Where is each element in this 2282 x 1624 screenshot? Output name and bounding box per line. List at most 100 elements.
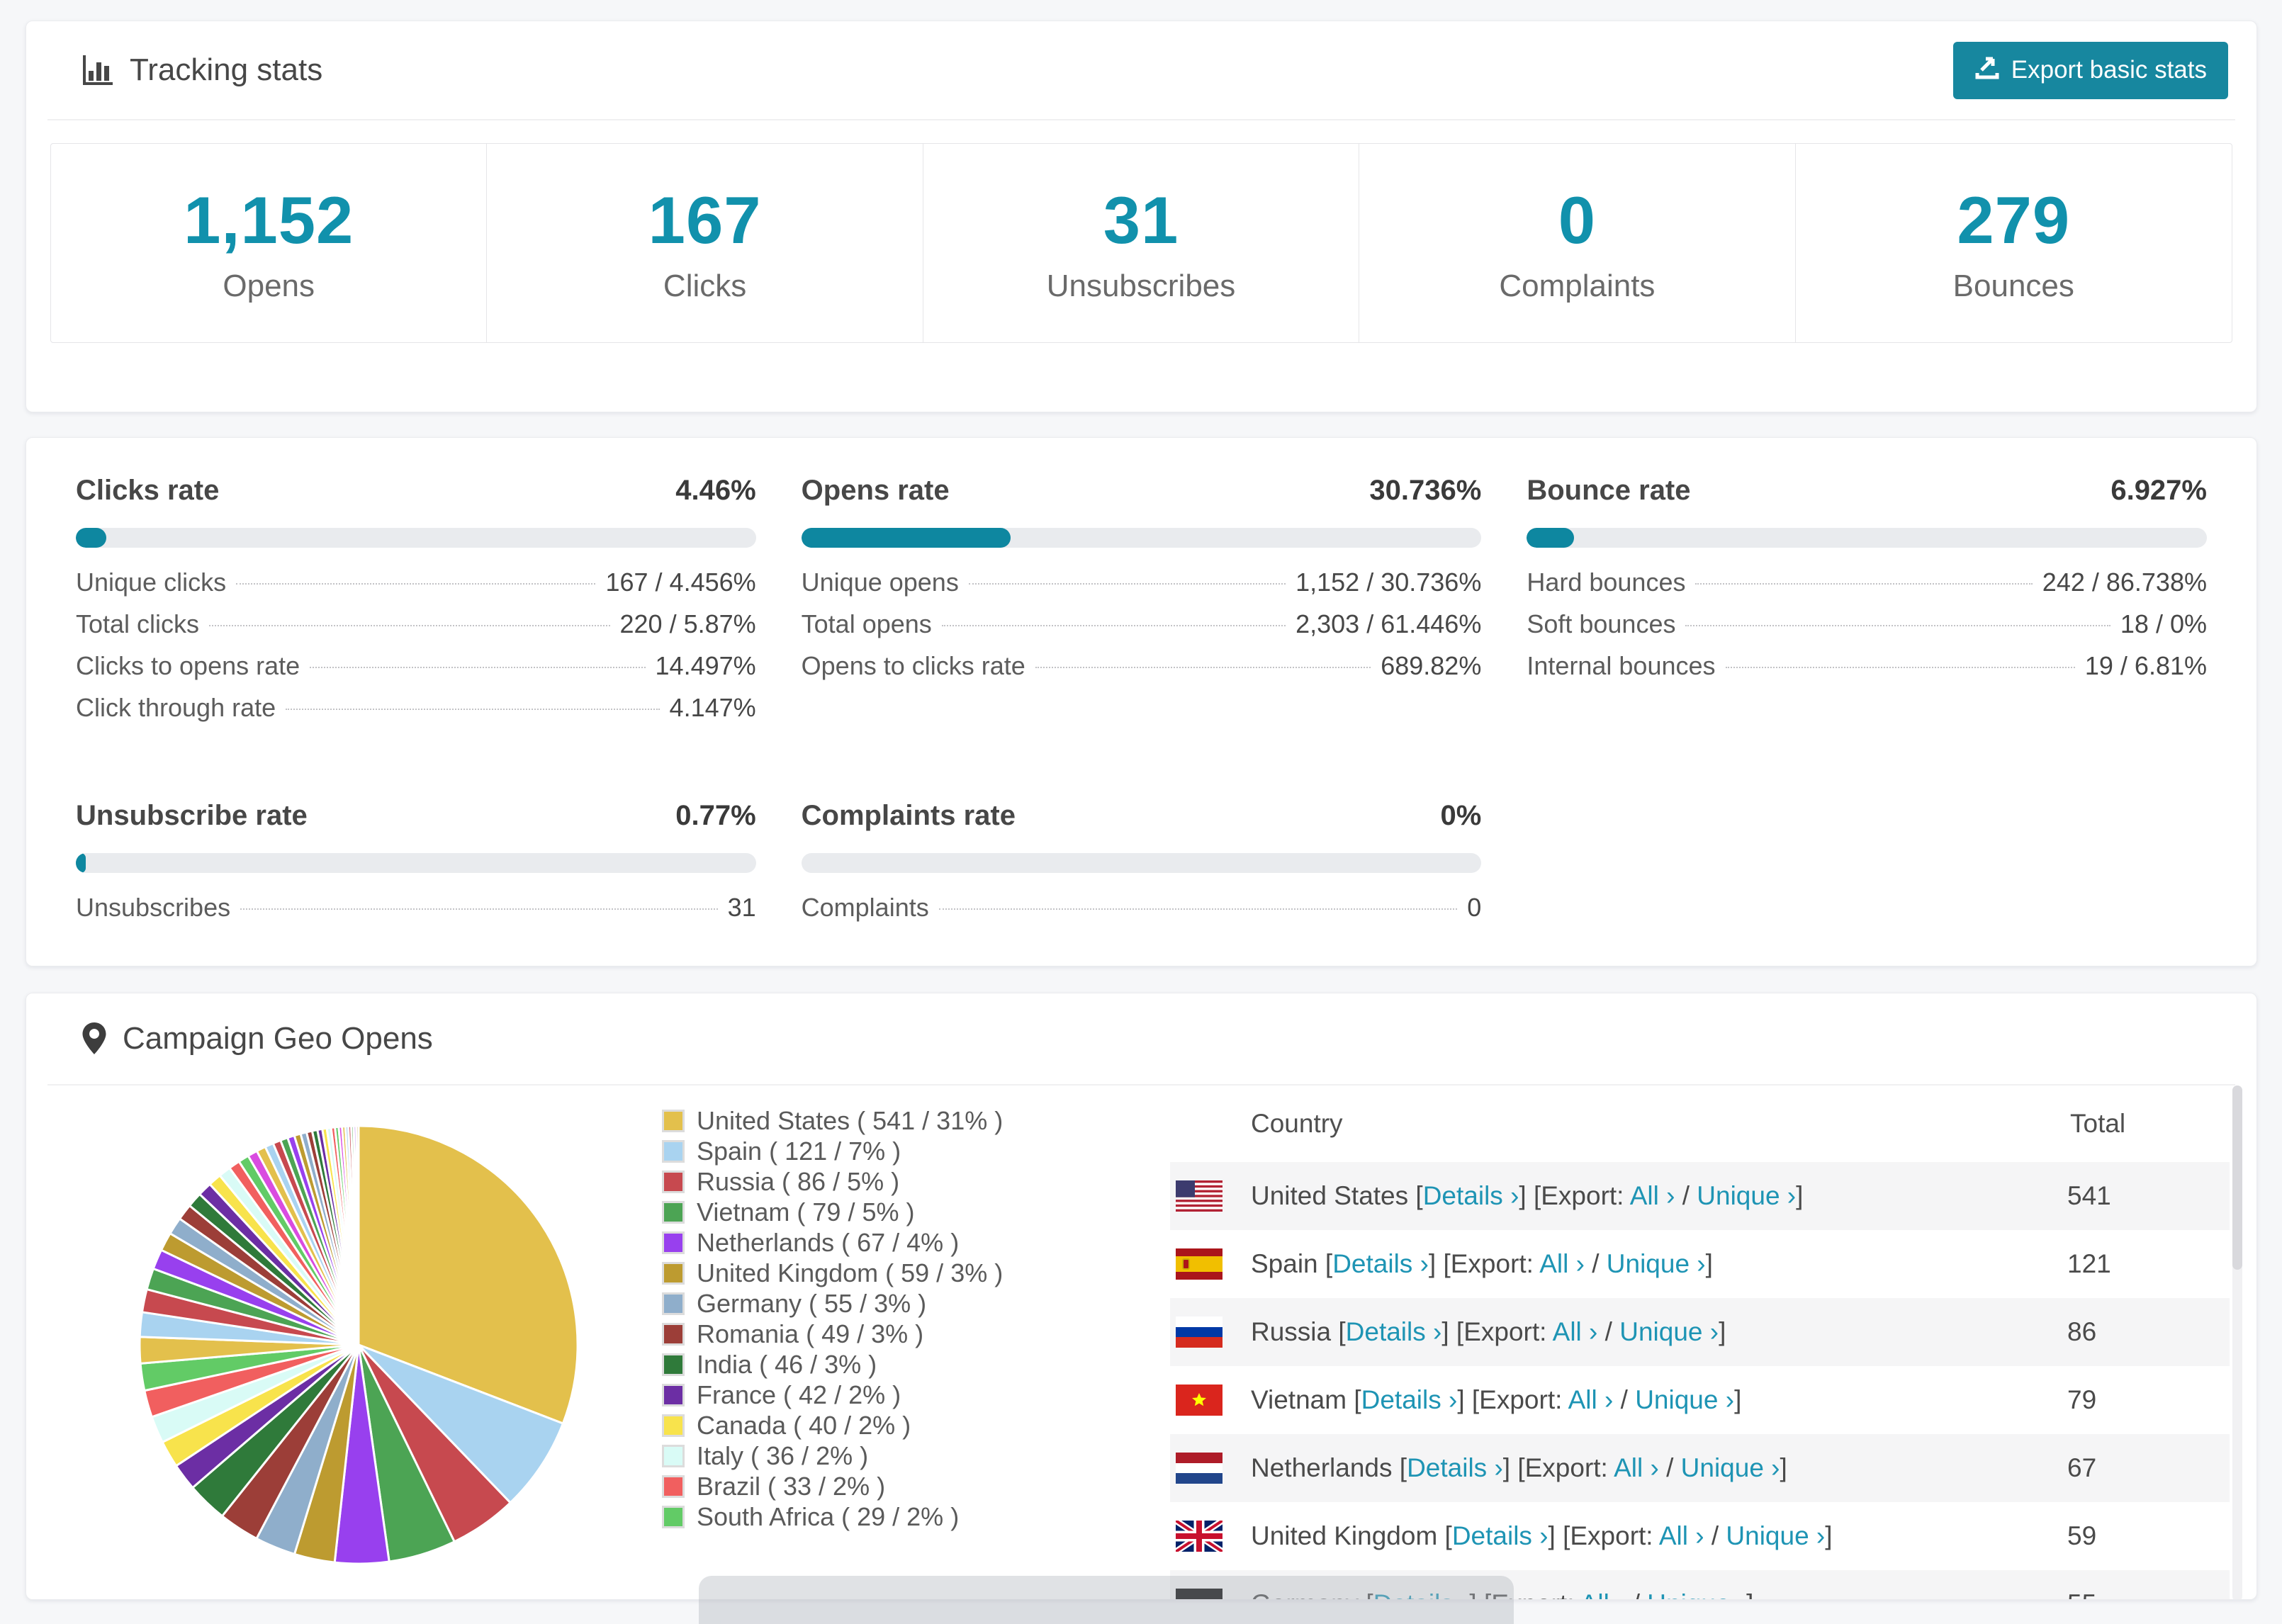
country-row: United States [Details ›] [Export: All ›… [1170, 1162, 2230, 1230]
legend-item[interactable]: Spain ( 121 / 7% ) [663, 1136, 1003, 1166]
legend-swatch [664, 1294, 682, 1313]
legend-item[interactable]: Brazil ( 33 / 2% ) [663, 1471, 1003, 1501]
geo-opens-card: Campaign Geo Opens United States ( 541 /… [26, 993, 2257, 1600]
details-link[interactable]: Details › [1332, 1249, 1429, 1278]
unsubscribe-rate-value: 0.77% [675, 800, 756, 831]
dotted-leader [968, 583, 1286, 585]
map-pin-icon [82, 1022, 107, 1056]
country-total: 55 [2067, 1589, 2096, 1599]
country-total: 59 [2067, 1521, 2097, 1550]
export-all-link[interactable]: All › [1614, 1453, 1659, 1482]
legend-item[interactable]: United States ( 541 / 31% ) [663, 1105, 1003, 1136]
legend-item[interactable]: United Kingdom ( 59 / 3% ) [663, 1258, 1003, 1288]
details-link[interactable]: Details › [1423, 1181, 1519, 1210]
table-scrollbar[interactable] [2232, 1086, 2242, 1599]
page-title-text: Tracking stats [130, 52, 323, 87]
legend-swatch [664, 1416, 682, 1435]
country-total: 121 [2067, 1249, 2111, 1278]
stat-detail-row: Unique clicks 167 / 4.456% [76, 568, 756, 597]
export-unique-link[interactable]: Unique › [1619, 1317, 1719, 1346]
dotted-leader [1725, 667, 2075, 668]
legend-swatch [664, 1202, 682, 1222]
export-unique-link[interactable]: Unique › [1726, 1521, 1825, 1550]
export-all-link[interactable]: All › [1659, 1521, 1704, 1550]
legend-swatch [664, 1233, 682, 1252]
export-all-link[interactable]: All › [1553, 1317, 1598, 1346]
geo-table: Country Total United States [Details ›] … [1170, 1086, 2230, 1599]
legend-swatch [664, 1385, 682, 1404]
details-link[interactable]: Details › [1361, 1385, 1458, 1414]
export-all-link[interactable]: All › [1580, 1589, 1626, 1599]
legend-item[interactable]: Romania ( 49 / 3% ) [663, 1319, 1003, 1349]
dotted-leader [240, 908, 718, 910]
country-row: Vietnam [Details ›] [Export: All › / Uni… [1170, 1366, 2230, 1434]
stat-detail-row: Total clicks 220 / 5.87% [76, 609, 756, 638]
page-title: Tracking stats [82, 52, 322, 88]
export-all-link[interactable]: All › [1568, 1385, 1614, 1414]
stat-detail-row: Unique opens 1,152 / 30.736% [801, 568, 1482, 597]
opens-rate-value: 30.736% [1369, 475, 1482, 506]
clicks-rate-block: Clicks rate 4.46% Unique clicks 167 / 4.45… [76, 475, 756, 735]
complaints-rate-title: Complaints rate [801, 800, 1016, 831]
details-link[interactable]: Details › [1452, 1521, 1548, 1550]
stat-detail-row: Clicks to opens rate 14.497% [76, 651, 756, 680]
bottom-overlay [699, 1576, 1514, 1624]
export-unique-link[interactable]: Unique › [1607, 1249, 1706, 1278]
dotted-leader [236, 583, 596, 585]
country-total: 79 [2067, 1385, 2097, 1414]
stat-detail-row: Unsubscribes 31 [76, 893, 756, 922]
legend-item[interactable]: France ( 42 / 2% ) [663, 1380, 1003, 1410]
summary-strip: 1,152 Opens 167 Clicks 31 Unsubscribes 0… [50, 143, 2232, 343]
export-unique-link[interactable]: Unique › [1635, 1385, 1734, 1414]
vn-flag-icon [1176, 1385, 1222, 1416]
clicks-rate-value: 4.46% [675, 475, 756, 506]
geo-table-header: Country Total [1251, 1109, 2126, 1138]
unsubscribe-rate-bar [76, 853, 756, 873]
complaints-rate-value: 0% [1440, 800, 1482, 831]
legend-item[interactable]: Vietnam ( 79 / 5% ) [663, 1197, 1003, 1227]
country-total: 67 [2067, 1453, 2097, 1482]
legend-item[interactable]: South Africa ( 29 / 2% ) [663, 1501, 1003, 1532]
export-all-link[interactable]: All › [1539, 1249, 1585, 1278]
dotted-leader [310, 667, 646, 668]
gb-flag-icon [1176, 1521, 1222, 1552]
ru-flag-icon [1176, 1316, 1222, 1348]
legend-swatch [664, 1172, 682, 1191]
country-row: Netherlands [Details ›] [Export: All › /… [1170, 1434, 2230, 1502]
details-link[interactable]: Details › [1407, 1453, 1503, 1482]
details-link[interactable]: Details › [1346, 1317, 1442, 1346]
summary-complaints: 0 Complaints [1359, 144, 1796, 342]
stat-detail-row: Hard bounces 242 / 86.738% [1527, 568, 2207, 597]
complaints-rate-bar [801, 853, 1482, 873]
legend-item[interactable]: Canada ( 40 / 2% ) [663, 1410, 1003, 1440]
legend-item[interactable]: Russia ( 86 / 5% ) [663, 1166, 1003, 1197]
geo-pie-chart[interactable] [111, 1097, 607, 1593]
export-unique-link[interactable]: Unique › [1681, 1453, 1780, 1482]
export-all-link[interactable]: All › [1630, 1181, 1675, 1210]
country-row: United Kingdom [Details ›] [Export: All … [1170, 1502, 2230, 1570]
export-icon [1974, 55, 2000, 86]
legend-swatch [664, 1507, 682, 1526]
legend-item[interactable]: Italy ( 36 / 2% ) [663, 1440, 1003, 1471]
bounces-count: 279 [1957, 183, 2071, 257]
geo-header: Campaign Geo Opens [47, 993, 2235, 1086]
legend-item[interactable]: India ( 46 / 3% ) [663, 1349, 1003, 1380]
complaints-rate-block: Complaints rate 0% Complaints 0 [801, 800, 1482, 935]
summary-opens: 1,152 Opens [51, 144, 488, 342]
stat-detail-row: Opens to clicks rate 689.82% [801, 651, 1482, 680]
dotted-leader [209, 625, 610, 626]
export-unique-link[interactable]: Unique › [1697, 1181, 1796, 1210]
export-basic-stats-button[interactable]: Export basic stats [1952, 41, 2228, 99]
legend-item[interactable]: Netherlands ( 67 / 4% ) [663, 1227, 1003, 1258]
opens-rate-block: Opens rate 30.736% Unique opens 1,152 / 30… [801, 475, 1482, 735]
complaints-count: 0 [1558, 183, 1597, 257]
country-row: Spain [Details ›] [Export: All › / Uniqu… [1170, 1230, 2230, 1298]
export-unique-link[interactable]: Unique › [1647, 1589, 1746, 1599]
opens-rate-title: Opens rate [801, 475, 950, 506]
geo-title: Campaign Geo Opens [82, 1021, 433, 1056]
tracking-stats-header: Tracking stats Export basic stats [47, 21, 2235, 120]
legend-item[interactable]: Germany ( 55 / 3% ) [663, 1288, 1003, 1319]
dotted-leader [1685, 625, 2110, 626]
legend-swatch [664, 1446, 682, 1465]
opens-rate-bar [801, 528, 1482, 548]
